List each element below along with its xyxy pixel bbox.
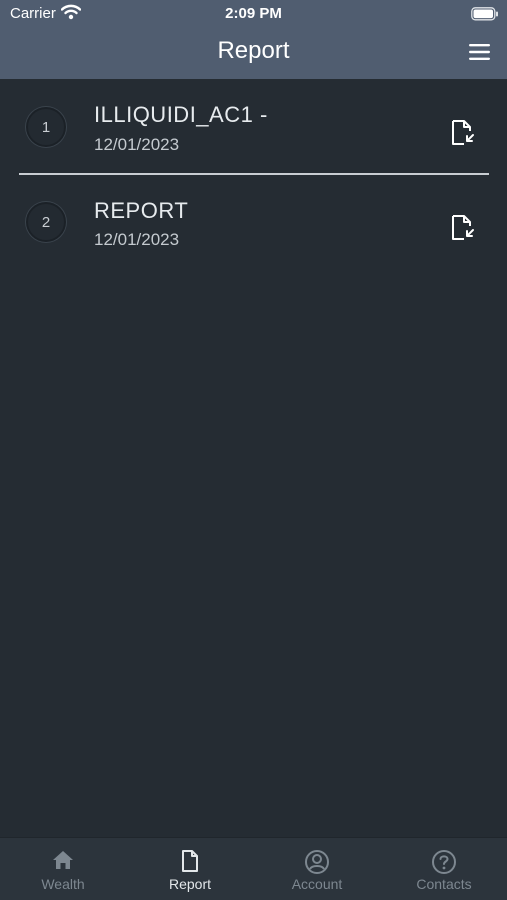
report-index: 2	[26, 202, 66, 242]
document-icon	[182, 850, 198, 872]
tab-wealth[interactable]: Wealth	[0, 838, 126, 900]
tab-bar: Wealth Report Account Contacts	[0, 837, 507, 900]
user-circle-icon	[305, 850, 329, 874]
tab-report[interactable]: Report	[127, 838, 253, 900]
tab-contacts[interactable]: Contacts	[381, 838, 507, 900]
tab-account[interactable]: Account	[254, 838, 380, 900]
header: Carrier 2:09 PM Report	[0, 0, 507, 79]
document-download-icon	[452, 215, 474, 240]
battery-icon	[471, 7, 499, 26]
report-name: REPORT	[94, 198, 189, 223]
tab-label: Report	[168, 876, 212, 892]
report-index: 1	[26, 107, 66, 147]
report-date: 12/01/2023	[94, 230, 180, 249]
open-report-button[interactable]	[450, 119, 476, 147]
status-time: 2:09 PM	[225, 5, 282, 22]
report-row[interactable]: 2 REPORT 12/01/2023	[0, 175, 507, 271]
open-report-button[interactable]	[450, 214, 476, 242]
report-date: 12/01/2023	[94, 135, 180, 154]
report-name: ILLIQUIDI_AC1 -	[94, 102, 268, 127]
page-title: Report	[217, 37, 290, 64]
document-download-icon	[452, 120, 474, 145]
help-circle-icon	[432, 850, 456, 874]
report-row[interactable]: 1 ILLIQUIDI_AC1 - 12/01/2023	[0, 79, 507, 175]
menu-button[interactable]	[466, 41, 494, 63]
tab-label: Contacts	[416, 876, 472, 892]
hamburger-icon	[469, 44, 490, 60]
tab-label: Account	[291, 876, 343, 892]
status-bar: Carrier 2:09 PM	[0, 0, 507, 28]
home-icon	[53, 851, 73, 869]
tab-label: Wealth	[41, 876, 85, 892]
